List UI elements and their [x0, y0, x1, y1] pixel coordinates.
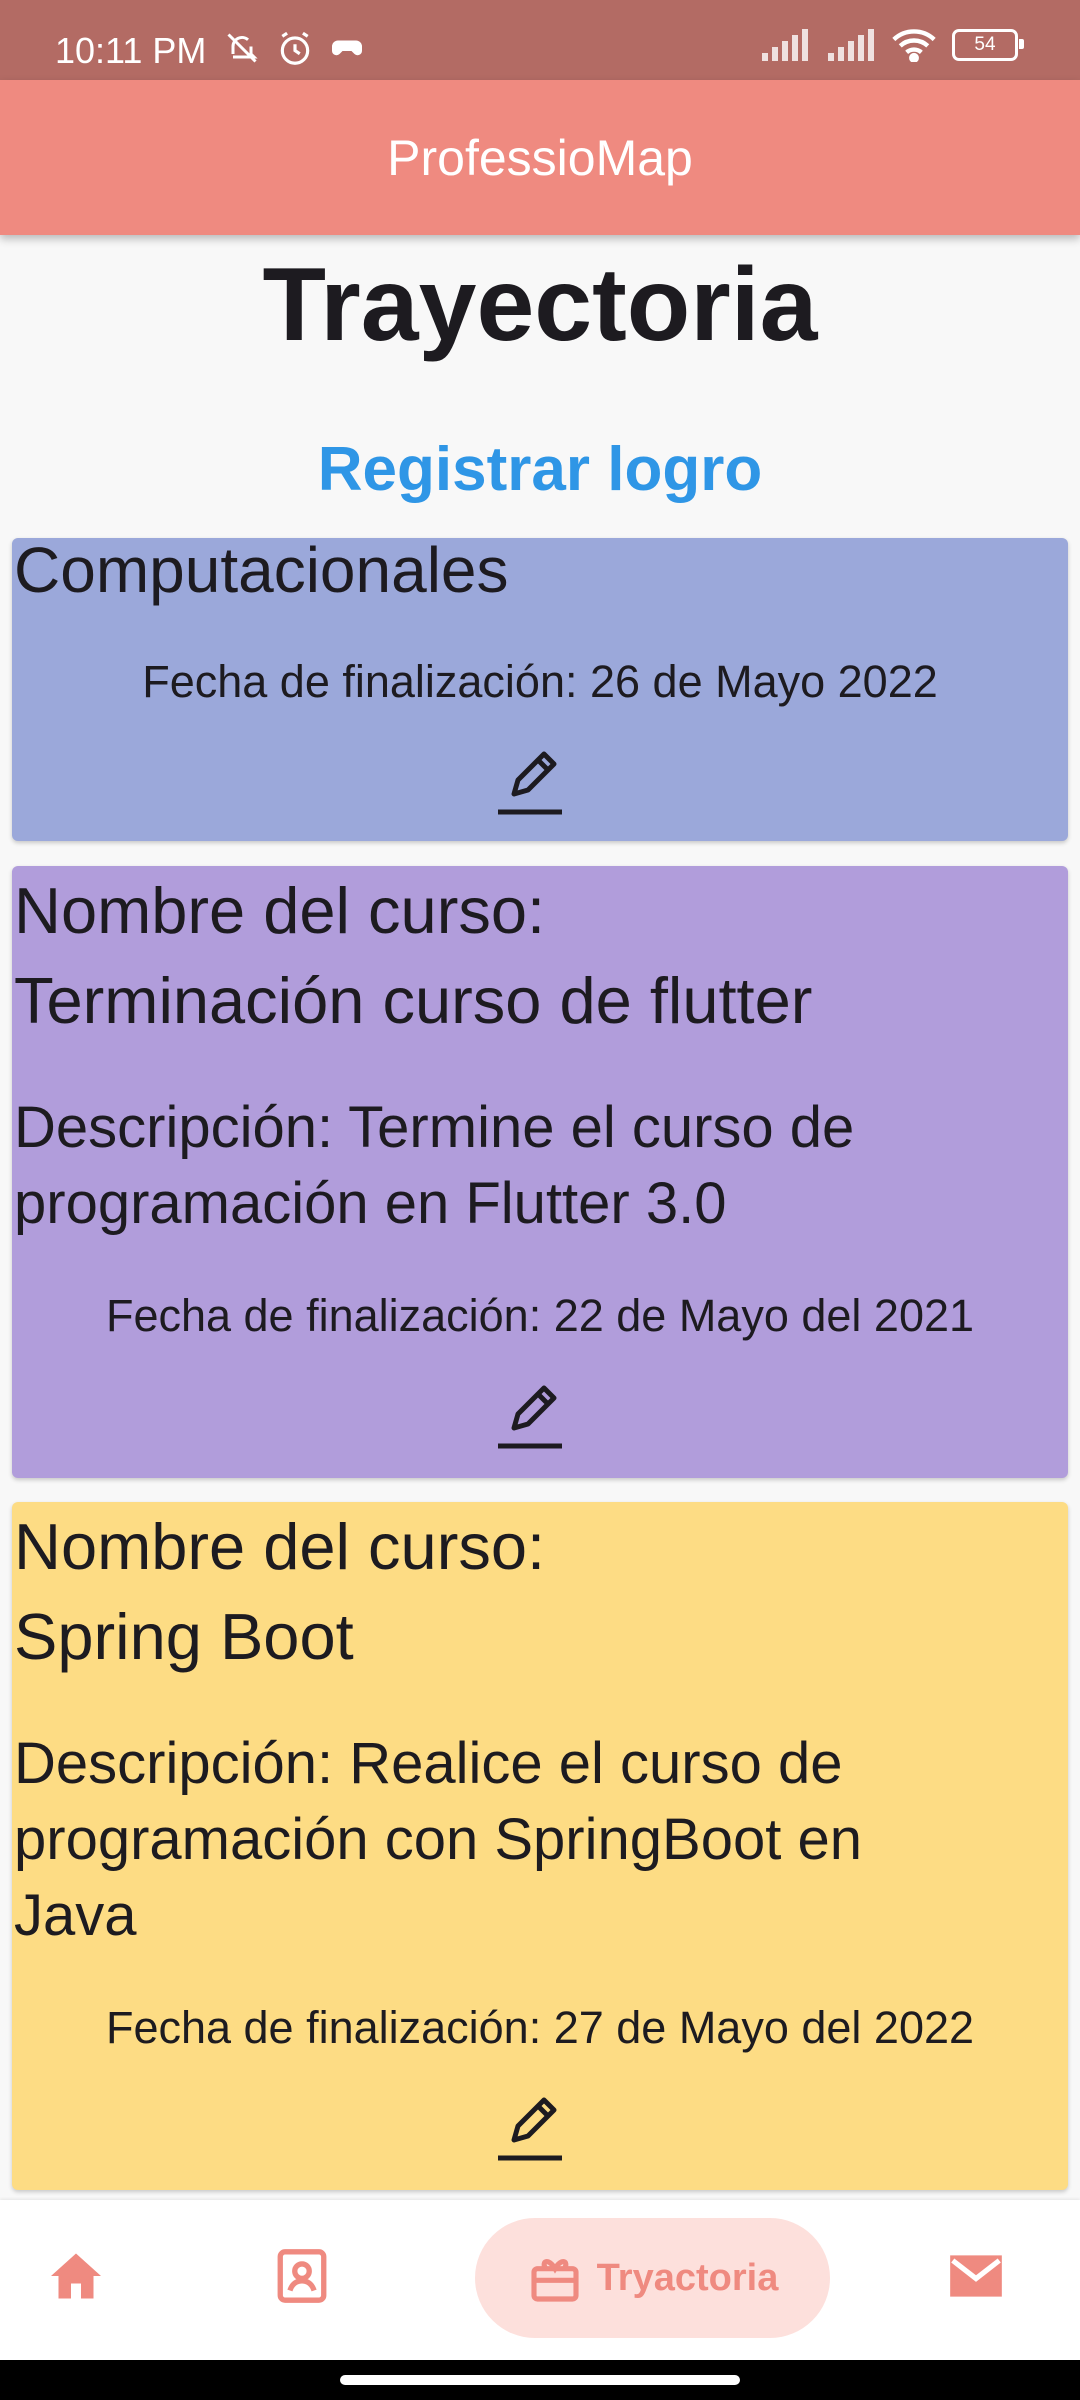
signal-icon: [828, 29, 874, 61]
home-indicator[interactable]: [340, 2375, 740, 2385]
home-icon: [51, 2253, 101, 2299]
course-description: Descripción: Realice el curso de: [14, 1731, 843, 1796]
battery-level: 54: [974, 34, 996, 55]
system-gesture-bar: [0, 2360, 1080, 2400]
nav-profile[interactable]: [266, 2240, 338, 2312]
battery-icon: 54: [952, 29, 1024, 61]
nav-messages[interactable]: [940, 2240, 1012, 2312]
wifi-icon: [892, 29, 936, 62]
contact-card-icon: [277, 2249, 327, 2303]
mail-icon: [950, 2255, 1002, 2297]
edit-icon[interactable]: [490, 2084, 570, 2164]
bottom-navigation: Tryactoria: [0, 2200, 1080, 2360]
signal-icon: [762, 29, 808, 61]
app-bar: ProfessioMap: [0, 80, 1080, 235]
trajectory-icon: [531, 2259, 579, 2302]
achievement-card: Nombre del curso: Spring Boot Descripció…: [12, 1502, 1068, 2190]
course-name-label: Nombre del curso:: [14, 874, 546, 947]
nav-home[interactable]: [40, 2240, 112, 2312]
bell-off-icon: [227, 33, 258, 63]
course-description: programación en Flutter 3.0: [14, 1171, 727, 1236]
status-bar: 10:11 PM 54: [0, 0, 1080, 80]
card-title: Computacionales: [14, 534, 509, 606]
nav-trajectory[interactable]: Tryactoria: [475, 2218, 830, 2338]
course-name-label: Nombre del curso:: [14, 1510, 546, 1583]
achievement-card: Nombre del curso: Terminación curso de f…: [12, 866, 1068, 1478]
course-name-value: Terminación curso de flutter: [14, 964, 813, 1037]
register-achievement-button[interactable]: Registrar logro: [0, 430, 1080, 510]
edit-icon[interactable]: [490, 1372, 570, 1452]
course-description: Descripción: Termine el curso de: [14, 1095, 855, 1160]
status-right-icons: 54: [760, 28, 1024, 62]
game-icon: [332, 40, 362, 56]
card-date: Fecha de finalización: 22 de Mayo del 20…: [105, 1290, 975, 1341]
card-date: Fecha de finalización: 27 de Mayo del 20…: [105, 2002, 975, 2053]
app-title: ProfessioMap: [387, 129, 693, 186]
nav-trajectory-label: Tryactoria: [596, 2256, 779, 2299]
course-description: Java: [14, 1883, 137, 1948]
status-left-icons: [222, 30, 366, 68]
course-description: programación con SpringBoot en: [14, 1807, 862, 1872]
edit-icon[interactable]: [490, 738, 570, 818]
course-name-value: Spring Boot: [14, 1600, 354, 1673]
status-time: 10:11 PM: [55, 30, 207, 71]
card-date: Fecha de finalización: 26 de Mayo 2022: [142, 656, 938, 707]
alarm-icon: [280, 31, 310, 65]
page-title: Trayectoria: [262, 247, 818, 363]
achievement-card: Computacionales Fecha de finalización: 2…: [12, 538, 1068, 841]
